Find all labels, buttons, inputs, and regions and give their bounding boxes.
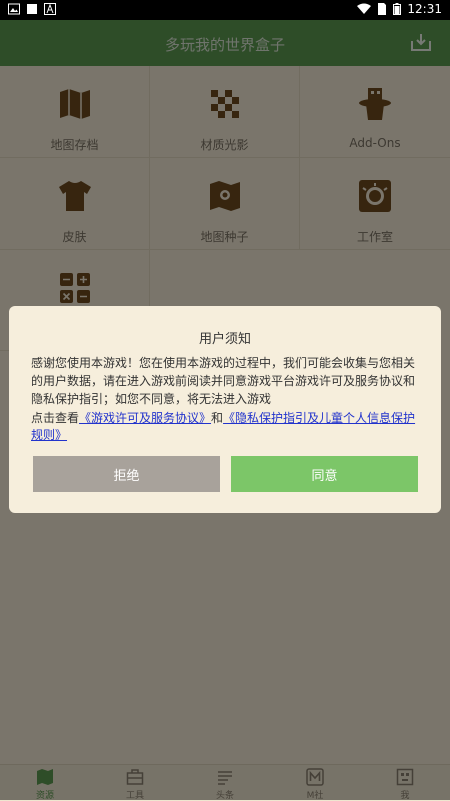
reject-button[interactable]: 拒绝 <box>33 456 220 492</box>
wifi-icon <box>357 3 372 14</box>
dialog-title: 用户须知 <box>198 332 251 347</box>
sim-card-icon <box>378 3 387 15</box>
agree-button[interactable]: 同意 <box>231 456 418 492</box>
status-time: 12:31 <box>407 2 442 16</box>
links-and: 和 <box>211 411 224 425</box>
license-agreement-link[interactable]: 《游戏许可及服务协议》 <box>79 411 211 425</box>
image-notification-icon <box>8 3 20 15</box>
blank-notification-icon <box>27 4 37 14</box>
links-prefix: 点击查看 <box>31 411 80 425</box>
a-notification-icon <box>44 3 56 15</box>
dialog-body: 感谢您使用本游戏！您在使用本游戏的过程中，我们可能会收集与您相关的用户数据，请在… <box>31 356 416 406</box>
battery-icon <box>393 3 402 15</box>
user-notice-dialog: 用户须知 感谢您使用本游戏！您在使用本游戏的过程中，我们可能会收集与您相关的用户… <box>9 306 441 513</box>
dialog-links: 点击查看《游戏许可及服务协议》和《隐私保护指引及儿童个人信息保护规则》 <box>31 410 419 444</box>
status-bar: 12:31 <box>0 0 450 20</box>
